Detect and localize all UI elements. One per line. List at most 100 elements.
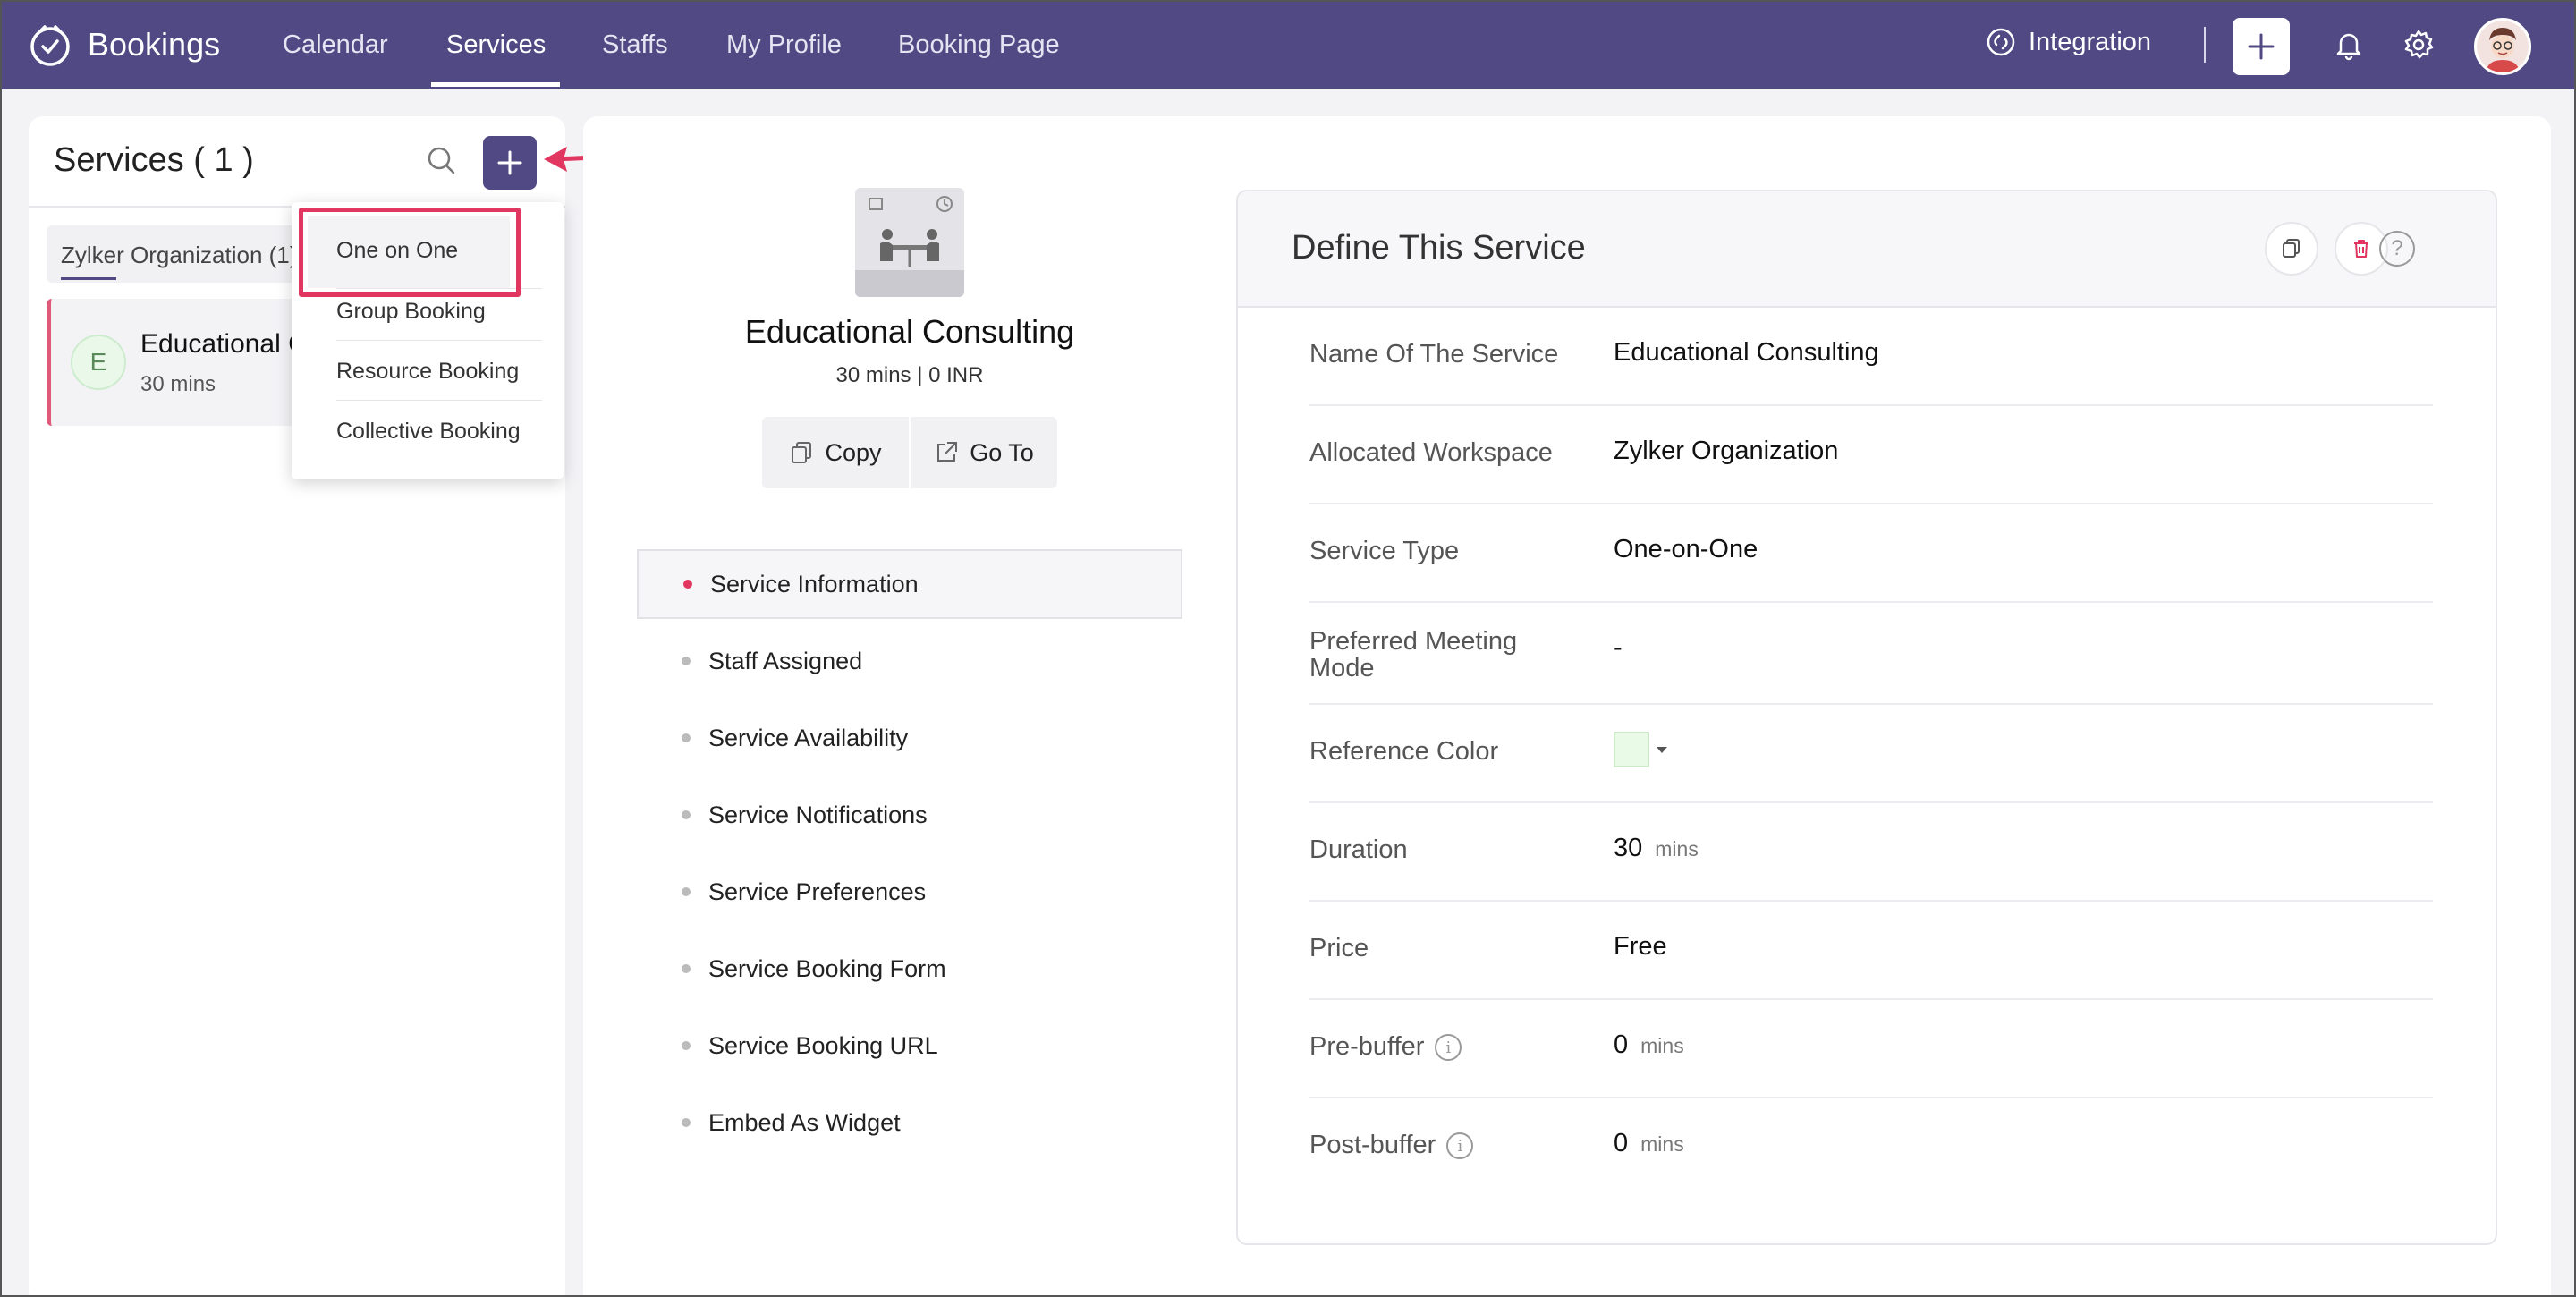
section-label: Service Booking Form	[708, 954, 946, 982]
integration-icon	[1987, 28, 2015, 56]
section-service-preferences[interactable]: Service Preferences	[637, 857, 1182, 927]
workspace-tab-indicator	[61, 277, 116, 280]
service-list-duration: 30 mins	[140, 372, 216, 396]
field-label-text: Post-buffer	[1309, 1131, 1436, 1159]
unit-label: mins	[1655, 837, 1699, 860]
duration-number: 30	[1614, 834, 1643, 862]
color-picker[interactable]	[1614, 732, 1667, 767]
color-swatch	[1614, 732, 1649, 767]
pre-buffer-number: 0	[1614, 1030, 1629, 1059]
info-icon[interactable]: i	[1435, 1034, 1462, 1062]
service-initial-badge: E	[71, 335, 126, 390]
top-bar: Bookings Calendar Services Staffs My Pro…	[0, 0, 2576, 89]
field-label-text: Pre-buffer	[1309, 1032, 1425, 1061]
unit-label: mins	[1640, 1034, 1684, 1057]
service-title: Educational Consulting	[744, 313, 1075, 350]
copy-label: Copy	[825, 438, 882, 466]
chevron-down-icon	[1657, 746, 1667, 753]
section-service-availability[interactable]: Service Availability	[637, 703, 1182, 773]
section-staff-assigned[interactable]: Staff Assigned	[637, 626, 1182, 696]
field-value-pre-buffer[interactable]: 0 mins	[1614, 1030, 1684, 1060]
meeting-illustration-icon	[855, 188, 964, 297]
gear-icon[interactable]	[2401, 27, 2436, 63]
bullet-dot	[682, 1118, 691, 1127]
field-label: Allocated Workspace	[1309, 438, 1553, 467]
search-icon[interactable]	[424, 143, 460, 179]
plus-icon	[497, 150, 522, 175]
bullet-dot	[682, 810, 691, 819]
section-label: Staff Assigned	[708, 647, 863, 674]
external-link-icon	[937, 442, 958, 462]
field-value-meeting-mode[interactable]: -	[1614, 633, 1623, 663]
field-row-service-type: Service Type One-on-One	[1309, 504, 2433, 603]
bullet-dot	[682, 657, 691, 665]
section-label: Service Preferences	[708, 877, 927, 905]
section-label: Service Notifications	[708, 801, 928, 828]
field-label: Post-buffer i	[1309, 1131, 1474, 1160]
integration-link[interactable]: Integration	[1986, 27, 2151, 57]
nav-my-profile[interactable]: My Profile	[726, 30, 842, 60]
section-service-booking-url[interactable]: Service Booking URL	[637, 1011, 1182, 1081]
field-label: Service Type	[1309, 537, 1460, 565]
bell-icon[interactable]	[2331, 27, 2367, 63]
nav-calendar[interactable]: Calendar	[283, 30, 388, 60]
active-dot	[683, 580, 692, 589]
bullet-dot	[682, 1041, 691, 1050]
goto-button[interactable]: Go To	[911, 417, 1057, 488]
brand[interactable]: Bookings	[27, 21, 220, 68]
bullet-dot	[682, 887, 691, 896]
goto-label: Go To	[970, 438, 1034, 466]
bullet-dot	[682, 964, 691, 973]
field-row-pre-buffer: Pre-buffer i 0 mins	[1309, 1000, 2433, 1098]
bullet-dot	[682, 733, 691, 742]
field-value-service-type: One-on-One	[1614, 535, 1758, 564]
section-service-information[interactable]: Service Information	[637, 549, 1182, 619]
global-add-button[interactable]	[2233, 18, 2290, 75]
field-value-workspace[interactable]: Zylker Organization	[1614, 437, 1838, 466]
section-service-notifications[interactable]: Service Notifications	[637, 780, 1182, 850]
service-image-placeholder	[855, 188, 964, 297]
field-value-duration[interactable]: 30 mins	[1614, 834, 1699, 863]
integration-label: Integration	[2029, 27, 2152, 56]
copy-button[interactable]: Copy	[762, 417, 909, 488]
service-detail-panel: Educational Consulting 30 mins | 0 INR C…	[583, 116, 2551, 1297]
info-icon[interactable]: i	[1446, 1132, 1474, 1160]
plus-icon	[2248, 33, 2275, 60]
field-row-workspace: Allocated Workspace Zylker Organization	[1309, 406, 2433, 504]
add-service-button[interactable]	[483, 136, 537, 190]
section-service-booking-form[interactable]: Service Booking Form	[637, 934, 1182, 1004]
section-embed-as-widget[interactable]: Embed As Widget	[637, 1088, 1182, 1157]
section-label: Embed As Widget	[708, 1108, 901, 1136]
nav-staffs[interactable]: Staffs	[602, 30, 668, 60]
section-label: Service Booking URL	[708, 1031, 938, 1059]
field-label: Price	[1309, 934, 1369, 962]
menu-item-resource-booking[interactable]: Resource Booking	[336, 359, 519, 385]
user-avatar[interactable]	[2474, 18, 2531, 75]
service-action-group: Copy Go To	[762, 417, 1057, 488]
section-label: Service Availability	[708, 724, 909, 751]
field-row-price: Price Free	[1309, 902, 2433, 1000]
field-label: Pre-buffer i	[1309, 1032, 1462, 1062]
field-label: Preferred Meeting Mode	[1309, 628, 1517, 682]
duplicate-service-button[interactable]	[2265, 222, 2318, 276]
field-row-duration: Duration 30 mins	[1309, 803, 2433, 902]
copy-icon	[2283, 239, 2300, 258]
menu-item-group-booking[interactable]: Group Booking	[336, 299, 486, 325]
menu-divider	[336, 400, 542, 401]
top-divider	[2204, 27, 2206, 63]
nav-services[interactable]: Services	[446, 30, 546, 60]
field-label-line: Mode	[1309, 654, 1375, 682]
field-row-post-buffer: Post-buffer i 0 mins	[1309, 1098, 2433, 1197]
field-row-name: Name Of The Service Educational Consulti…	[1309, 308, 2433, 406]
unit-label: mins	[1640, 1132, 1684, 1156]
field-value-price[interactable]: Free	[1614, 932, 1667, 962]
menu-item-collective-booking[interactable]: Collective Booking	[336, 419, 521, 445]
nav-active-indicator	[431, 82, 560, 87]
field-label: Duration	[1309, 835, 1408, 864]
nav-booking-page[interactable]: Booking Page	[898, 30, 1060, 60]
menu-divider	[336, 340, 542, 341]
field-value-post-buffer[interactable]: 0 mins	[1614, 1129, 1684, 1158]
help-icon[interactable]: ?	[2379, 231, 2415, 267]
field-label-line: Preferred Meeting	[1309, 627, 1518, 656]
field-value-service-name[interactable]: Educational Consulting	[1614, 338, 1879, 368]
